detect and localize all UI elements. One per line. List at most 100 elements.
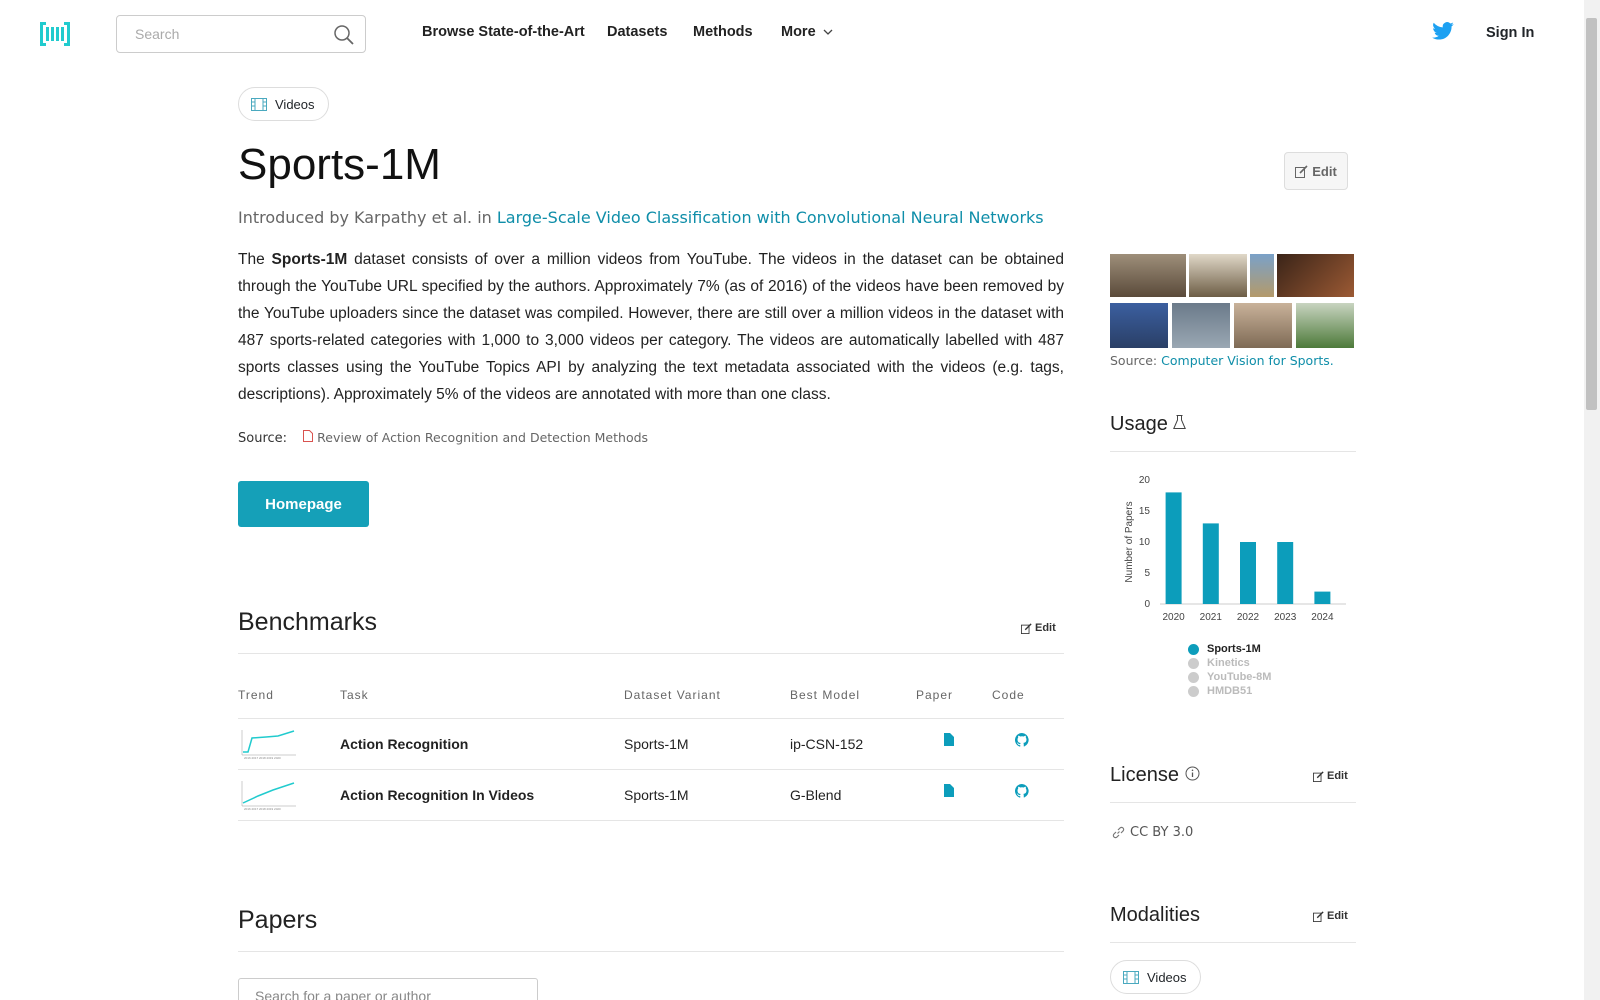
nav-more-label: More: [781, 24, 816, 40]
legend-item-kinetics[interactable]: Kinetics: [1188, 656, 1271, 670]
sample-image: [1110, 303, 1168, 348]
desc-body: dataset consists of over a million video…: [238, 251, 1064, 403]
x-tick-label: 2021: [1200, 612, 1223, 623]
sample-image: [1110, 254, 1186, 297]
y-tick-label: 5: [1144, 568, 1150, 579]
task-link[interactable]: Action Recognition In Videos: [340, 787, 534, 803]
svg-text:2016 2017 2018 2019 2020: 2016 2017 2018 2019 2020: [244, 807, 281, 811]
modalities-title: Modalities: [1110, 904, 1201, 926]
license-link[interactable]: CC BY 3.0: [1112, 825, 1193, 840]
paper-icon[interactable]: [944, 733, 954, 746]
col-task: Task: [340, 688, 369, 702]
papers-divider: [238, 951, 1064, 952]
paperswithcode-logo-icon[interactable]: [40, 22, 70, 46]
bar-2024: [1314, 591, 1331, 604]
scrollbar-thumb[interactable]: [1586, 18, 1597, 410]
x-tick-label: 2020: [1162, 612, 1185, 623]
dataset-variant: Sports-1M: [624, 736, 689, 752]
dataset-intro: Introduced by Karpathy et al. in Large-S…: [238, 208, 1044, 227]
chevron-down-icon: [823, 29, 833, 35]
film-icon: [1123, 970, 1139, 984]
legend-item-youtube-8m[interactable]: YouTube-8M: [1188, 670, 1271, 684]
modality-videos[interactable]: Videos: [1110, 960, 1201, 994]
nav-datasets[interactable]: Datasets: [607, 24, 667, 40]
sample-image: [1189, 254, 1247, 297]
benchmarks-title: Benchmarks: [238, 608, 377, 636]
row-divider: [238, 769, 1064, 770]
github-icon[interactable]: [1015, 733, 1029, 747]
y-tick-label: 20: [1139, 475, 1151, 486]
trend-sparkline[interactable]: 2016 2017 2018 2019 2020: [238, 728, 298, 760]
search-input[interactable]: [135, 16, 335, 52]
modalities-divider: [1110, 942, 1356, 943]
license-title: License: [1110, 764, 1200, 787]
source-link[interactable]: Review of Action Recognition and Detecti…: [303, 430, 648, 445]
edit-icon: [1295, 164, 1308, 178]
paper-search-input[interactable]: Search for a paper or author: [238, 978, 538, 1000]
nav-more[interactable]: More: [781, 24, 833, 40]
dataset-sample-images[interactable]: [1110, 254, 1354, 348]
image-source-label: Source:: [1110, 353, 1158, 368]
col-best-model: Best Model: [790, 688, 861, 702]
task-link[interactable]: Action Recognition: [340, 736, 468, 752]
image-source-link[interactable]: Computer Vision for Sports.: [1161, 353, 1334, 368]
info-icon[interactable]: [1185, 766, 1200, 781]
dataset-title: Sports-1M: [238, 140, 441, 189]
y-tick-label: 0: [1144, 599, 1150, 610]
col-trend: Trend: [238, 688, 274, 702]
pdf-file-icon: [303, 430, 314, 442]
sample-image: [1234, 303, 1292, 348]
modalities-edit-label: Edit: [1327, 910, 1348, 922]
edit-dataset-label: Edit: [1312, 163, 1337, 179]
intro-paper-link[interactable]: Large-Scale Video Classification with Co…: [497, 208, 1044, 227]
source-link-text: Review of Action Recognition and Detecti…: [317, 430, 649, 445]
sample-image: [1296, 303, 1354, 348]
benchmarks-edit-button[interactable]: Edit: [1021, 622, 1056, 634]
bar-2022: [1240, 542, 1256, 604]
site-search[interactable]: [116, 15, 366, 53]
license-edit-button[interactable]: Edit: [1313, 770, 1348, 782]
github-icon[interactable]: [1015, 784, 1029, 798]
edit-dataset-button[interactable]: Edit: [1284, 152, 1348, 190]
col-dataset-variant: Dataset Variant: [624, 688, 721, 702]
legend-label: YouTube-8M: [1207, 671, 1272, 683]
desc-dataset-name: Sports-1M: [271, 251, 348, 268]
twitter-icon[interactable]: [1432, 22, 1454, 40]
modality-tag-label: Videos: [275, 96, 315, 112]
homepage-button[interactable]: Homepage: [238, 481, 369, 527]
papers-title: Papers: [238, 906, 318, 934]
dataset-variant: Sports-1M: [624, 787, 689, 803]
usage-title-text: Usage: [1110, 413, 1168, 435]
nav-browse-sota[interactable]: Browse State-of-the-Art: [422, 24, 585, 40]
nav-methods[interactable]: Methods: [693, 24, 753, 40]
paper-icon[interactable]: [944, 784, 954, 797]
sample-image: [1172, 303, 1230, 348]
benchmarks-edit-label: Edit: [1035, 622, 1056, 634]
license-divider: [1110, 802, 1356, 803]
modalities-edit-button[interactable]: Edit: [1313, 910, 1348, 922]
modality-label: Videos: [1147, 969, 1187, 985]
sign-in-link[interactable]: Sign In: [1486, 25, 1534, 41]
trend-sparkline[interactable]: 2016 2017 2018 2019 2020: [238, 779, 298, 811]
row-divider: [238, 820, 1064, 821]
legend-item-sports-1m[interactable]: Sports-1M: [1188, 642, 1271, 656]
search-icon[interactable]: [333, 24, 355, 46]
legend-item-hmdb51[interactable]: HMDB51: [1188, 684, 1271, 698]
usage-divider: [1110, 451, 1356, 452]
svg-text:2016 2017 2018 2019 2020: 2016 2017 2018 2019 2020: [244, 756, 281, 760]
top-navbar: Browse State-of-the-Art Datasets Methods…: [0, 0, 1552, 66]
license-edit-label: Edit: [1327, 770, 1348, 782]
link-icon: [1112, 826, 1125, 839]
legend-dot: [1188, 671, 1199, 683]
legend-label: HMDB51: [1207, 685, 1253, 697]
intro-prefix: Introduced by Karpathy et al. in: [238, 208, 492, 227]
sample-image: [1250, 254, 1274, 297]
best-model[interactable]: ip-CSN-152: [790, 736, 863, 752]
best-model[interactable]: G-Blend: [790, 787, 841, 803]
legend-label: Kinetics: [1207, 657, 1250, 669]
page-scrollbar[interactable]: [1584, 0, 1600, 1000]
edit-icon: [1021, 622, 1032, 634]
modality-tag-videos[interactable]: Videos: [238, 87, 329, 121]
x-tick-label: 2024: [1311, 612, 1334, 623]
legend-label: Sports-1M: [1207, 643, 1261, 655]
